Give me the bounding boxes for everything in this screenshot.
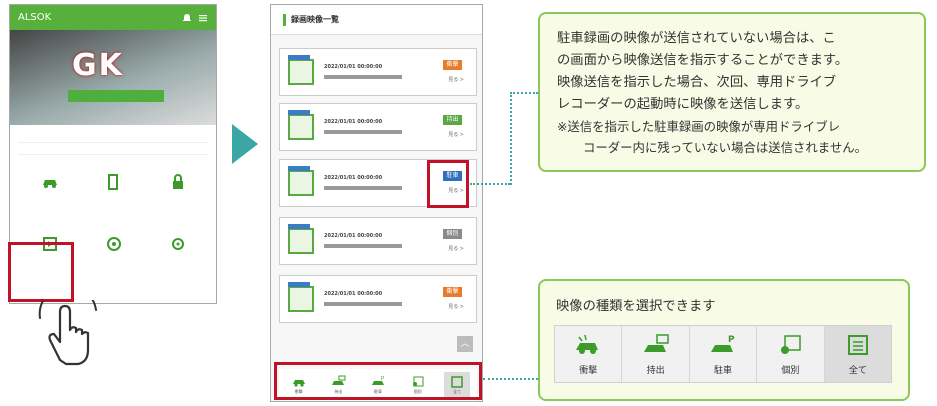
highlight-parking-badge	[427, 160, 469, 208]
car-park-icon: P	[711, 335, 735, 352]
video-row[interactable]: 2022/01/01 00:00:00 持出 見る >	[279, 103, 477, 151]
car-takeout-icon	[643, 333, 669, 352]
callout-line: 駐車録画の映像が送信されていない場合は、こ	[557, 31, 836, 46]
video-thumbnail	[288, 110, 314, 140]
scroll-top-button[interactable]: ︿	[457, 336, 473, 352]
video-meta: 2022/01/01 00:00:00	[324, 174, 402, 190]
filter-callout: 映像の種類を選択できます 衝撃 持出 P 駐車 個別 全て	[538, 279, 910, 401]
screen-title: 録画映像一覧	[291, 15, 339, 24]
video-place	[324, 186, 402, 190]
view-link[interactable]: 見る >	[448, 76, 464, 83]
video-date: 2022/01/01 00:00:00	[324, 233, 383, 239]
app-brand: ALSOK	[18, 12, 52, 23]
door-icon	[108, 174, 118, 190]
connector-line	[470, 183, 510, 185]
video-date: 2022/01/01 00:00:00	[324, 119, 383, 125]
video-type-badge: 個別	[443, 229, 462, 239]
video-thumbnail	[288, 224, 314, 254]
settings-icon	[172, 238, 184, 250]
highlight-video-list-item	[8, 242, 74, 302]
flow-arrow-icon	[232, 124, 258, 164]
explanation-callout: 駐車録画の映像が送信されていない場合は、こ の画面から映像送信を指示することがで…	[538, 12, 926, 172]
all-icon	[847, 334, 868, 355]
view-link[interactable]: 見る >	[448, 131, 464, 138]
type-button-takeout[interactable]: 持出	[622, 326, 690, 382]
video-place	[324, 302, 402, 306]
video-type-badge: 衝撃	[443, 60, 462, 70]
video-row[interactable]: 2022/01/01 00:00:00 衝撃 見る >	[279, 48, 477, 96]
video-thumbnail	[288, 166, 314, 196]
menu-item-impact[interactable]	[18, 173, 82, 225]
menu-item-lock[interactable]	[146, 173, 210, 225]
video-meta: 2022/01/01 00:00:00	[324, 232, 402, 248]
video-place	[324, 75, 402, 79]
pointing-hand-icon	[38, 300, 97, 366]
callout-line: レコーダーの起動時に映像を送信します。	[557, 97, 809, 112]
callout-line: 映像送信を指示した場合、次回、専用ドライブ	[557, 75, 837, 90]
header-actions	[182, 13, 208, 23]
video-date: 2022/01/01 00:00:00	[324, 175, 383, 181]
type-button-individual[interactable]: 個別	[757, 326, 825, 382]
screen-header: 録画映像一覧	[271, 5, 482, 35]
video-row[interactable]: 2022/01/01 00:00:00 個別 見る >	[279, 217, 477, 265]
video-place	[324, 130, 402, 134]
connector-line	[510, 92, 512, 185]
info-line	[18, 133, 208, 143]
type-button-all[interactable]: 全て	[824, 326, 892, 382]
menu-icon[interactable]	[198, 13, 208, 23]
lock-icon	[173, 174, 183, 189]
menu-item-settings[interactable]	[146, 235, 210, 287]
type-button-label: 持出	[646, 365, 665, 376]
banner-strip	[68, 90, 164, 102]
svg-text:P: P	[728, 335, 735, 345]
view-link[interactable]: 見る >	[448, 303, 464, 310]
menu-item-steering[interactable]	[82, 235, 146, 287]
banner-logo: GK	[72, 48, 124, 83]
type-button-label: 衝撃	[579, 365, 598, 376]
video-meta: 2022/01/01 00:00:00	[324, 118, 402, 134]
callout-title: 映像の種類を選択できます	[556, 299, 716, 314]
callout-line: の画面から映像送信を指示することができます。	[557, 53, 849, 68]
video-date: 2022/01/01 00:00:00	[324, 64, 383, 70]
video-meta: 2022/01/01 00:00:00	[324, 290, 402, 306]
connector-line	[483, 378, 538, 380]
header-accent	[283, 13, 286, 26]
video-thumbnail	[288, 282, 314, 312]
video-type-badge: 持出	[443, 115, 462, 125]
type-button-label: 全て	[848, 365, 867, 376]
callout-note: ※送信を指示した駐車録画の映像が専用ドライブレ	[557, 119, 840, 134]
highlight-filter-bar	[274, 362, 482, 400]
video-meta: 2022/01/01 00:00:00	[324, 63, 402, 79]
car-impact-icon	[576, 334, 599, 354]
individual-icon	[781, 334, 802, 354]
steering-icon	[107, 237, 121, 251]
car-impact-icon	[43, 180, 57, 188]
type-button-label: 個別	[781, 365, 800, 376]
bell-icon[interactable]	[182, 13, 192, 23]
menu-item-door[interactable]	[82, 173, 146, 225]
callout-note: コーダー内に残っていない場合は送信されません。	[583, 140, 867, 155]
hero-banner: GK	[10, 30, 216, 125]
type-button-impact[interactable]: 衝撃	[555, 326, 623, 382]
type-button-parking[interactable]: P 駐車	[690, 326, 758, 382]
type-button-label: 駐車	[714, 365, 733, 376]
video-date: 2022/01/01 00:00:00	[324, 291, 383, 297]
video-row[interactable]: 2022/01/01 00:00:00 衝撃 見る >	[279, 275, 477, 323]
video-type-badge: 衝撃	[443, 287, 462, 297]
info-block	[10, 125, 216, 163]
notice-line[interactable]	[18, 143, 208, 155]
guide-illustration: ALSOK GK 録画映像一覧 2022/01/01 00:00:00 衝撃 見…	[0, 0, 937, 406]
view-link[interactable]: 見る >	[448, 245, 464, 252]
connector-line	[510, 92, 538, 94]
video-place	[324, 244, 402, 248]
video-thumbnail	[288, 55, 314, 85]
type-selector-enlarged: 衝撃 持出 P 駐車 個別 全て	[554, 325, 892, 383]
app-header: ALSOK	[10, 5, 216, 30]
